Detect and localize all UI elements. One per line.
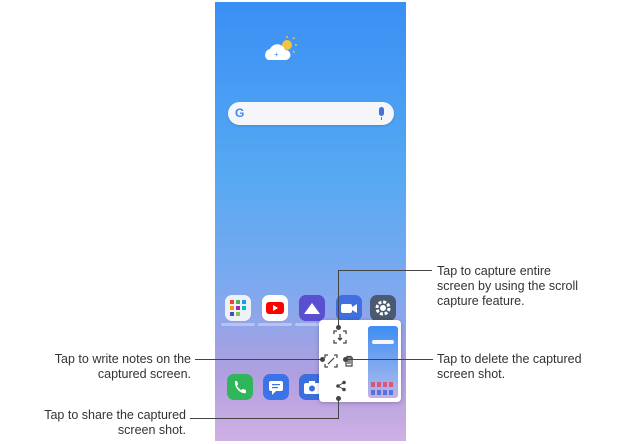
youtube-app-icon[interactable] — [258, 295, 292, 326]
edit-icon[interactable] — [323, 353, 339, 369]
mic-icon[interactable] — [379, 107, 384, 120]
gallery-app-icon[interactable] — [295, 295, 329, 326]
google-logo-icon: G — [235, 106, 245, 120]
app-label — [221, 323, 255, 326]
callout-capture-entire: Tap to capture entire screen by using th… — [437, 264, 579, 308]
capture-panel — [319, 320, 401, 402]
callout-line — [338, 270, 432, 271]
callout-write-notes: Tap to write notes on the captured scree… — [54, 352, 191, 381]
video-app-icon[interactable] — [336, 295, 362, 321]
scroll-capture-icon[interactable] — [332, 329, 348, 345]
callout-share: Tap to share the captured screen shot. — [44, 408, 186, 437]
callout-line — [190, 418, 339, 419]
callout-delete: Tap to delete the captured screen shot. — [437, 352, 582, 381]
svg-text:+: + — [274, 50, 279, 59]
app-folder[interactable] — [221, 295, 255, 326]
search-bar[interactable]: G — [228, 102, 394, 125]
callout-line — [347, 359, 433, 360]
messages-app-icon[interactable] — [263, 374, 289, 400]
callout-line — [195, 359, 321, 360]
share-icon[interactable] — [333, 378, 349, 394]
settings-app-icon[interactable] — [370, 295, 396, 321]
phone-screen: + G — [215, 2, 406, 441]
weather-icon[interactable]: + — [260, 36, 300, 66]
phone-app-icon[interactable] — [227, 374, 253, 400]
callout-line — [338, 398, 339, 418]
callout-line — [338, 270, 339, 327]
captured-screenshot-thumbnail[interactable] — [368, 326, 398, 398]
app-label — [258, 323, 292, 326]
